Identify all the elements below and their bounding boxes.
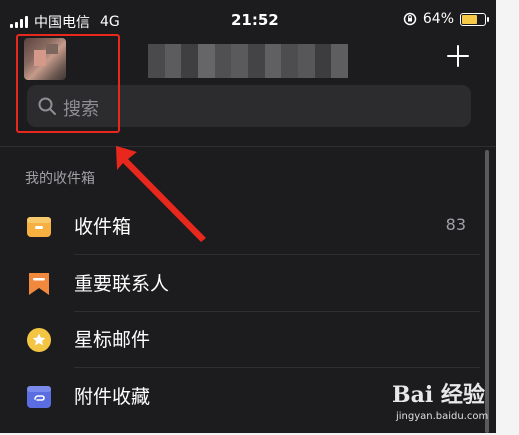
star-icon <box>27 328 51 352</box>
watermark-url: jingyan.baidu.com <box>396 411 489 422</box>
mailbox-item-starred[interactable]: 星标邮件 <box>0 311 480 368</box>
mailbox-item-label: 收件箱 <box>74 216 132 238</box>
compose-button[interactable] <box>444 42 472 70</box>
mailbox-item-label: 附件收藏 <box>74 386 151 408</box>
divider <box>0 146 496 147</box>
watermark: Bai 经验 jingyan.baidu.com <box>386 373 496 433</box>
mailbox-item-label: 重要联系人 <box>74 273 170 295</box>
phone-screen: 中国电信 4G 21:52 64% 搜索 我的收件箱 收件箱 83 重要联系人 … <box>0 0 496 433</box>
inbox-tray-icon <box>27 217 51 237</box>
annotation-highlight-box <box>16 34 120 133</box>
mailbox-item-inbox[interactable]: 收件箱 83 <box>0 198 480 255</box>
battery-percent: 64% <box>422 11 454 27</box>
page-margin <box>496 0 519 435</box>
carrier-name: 中国电信 <box>34 15 90 31</box>
account-name-blurred <box>148 44 349 78</box>
mailbox-item-label: 星标邮件 <box>74 329 151 351</box>
unread-count: 83 <box>445 215 466 234</box>
mailbox-item-important-contacts[interactable]: 重要联系人 <box>0 255 480 312</box>
section-title: 我的收件箱 <box>25 171 95 187</box>
signal-icon <box>10 16 28 28</box>
watermark-brand: Bai 经验 <box>392 382 485 408</box>
rotation-lock-icon <box>403 12 417 26</box>
network-type: 4G <box>100 14 120 30</box>
paperclip-icon <box>27 386 51 408</box>
bookmark-icon <box>29 273 49 295</box>
clock: 21:52 <box>231 11 279 29</box>
battery-icon <box>460 12 489 26</box>
